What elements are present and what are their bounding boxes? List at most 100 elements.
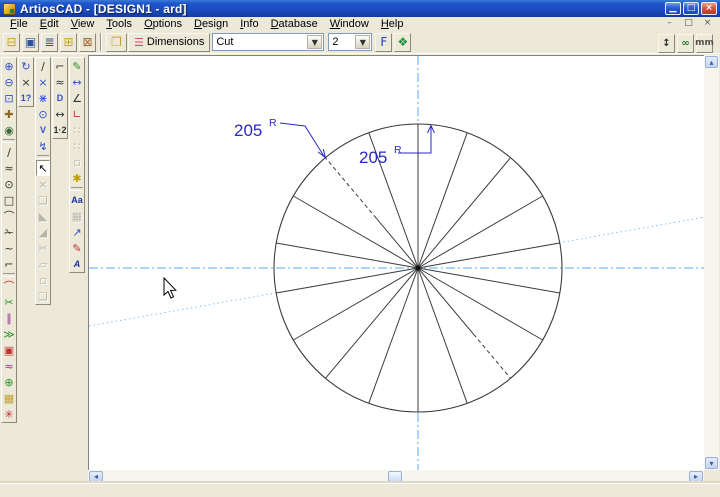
open-button[interactable]: ⊟ xyxy=(3,33,20,52)
vee-tool[interactable]: V xyxy=(36,122,50,138)
database-button[interactable]: ⊠ xyxy=(79,33,96,52)
curve-tool[interactable]: ≈ xyxy=(2,160,16,176)
zigzag-tool[interactable]: ≈ xyxy=(2,358,16,374)
menu-item-info[interactable]: Info xyxy=(234,18,264,31)
minimize-button[interactable]: ▁ xyxy=(665,2,681,15)
move-point-tool[interactable]: ∕ xyxy=(36,58,50,74)
rebuild-button[interactable]: ❖ xyxy=(394,33,411,52)
circle-tool[interactable]: ⊙ xyxy=(2,176,16,192)
burst-tool[interactable]: ✳ xyxy=(2,406,16,422)
item-info-tool-icon: 1? xyxy=(21,94,32,103)
layer-combo[interactable]: Cut ▼ xyxy=(212,33,324,51)
restore-button[interactable]: □ xyxy=(683,2,699,15)
angle-dimension-tool[interactable]: ∠ xyxy=(70,90,84,106)
print-list-button[interactable]: ≣ xyxy=(41,33,58,52)
close-button[interactable]: × xyxy=(701,2,717,15)
box-dimension-tool[interactable]: ▫ xyxy=(70,154,84,170)
corner-tool[interactable]: ⌐ xyxy=(2,256,16,272)
s-curve-tool[interactable]: ≈ xyxy=(53,74,67,90)
scale-combo[interactable]: 2 ▼ xyxy=(328,33,372,51)
chevron-down-icon[interactable]: ▼ xyxy=(355,35,370,49)
offset-tool[interactable]: ▣ xyxy=(2,342,16,358)
export-annotation-tool[interactable]: ✎ xyxy=(70,240,84,256)
delete-tool[interactable]: × xyxy=(36,74,50,90)
open-design-button[interactable]: ⊞ xyxy=(60,33,77,52)
field-format-button[interactable]: F xyxy=(375,33,392,52)
mdi-minimize-button[interactable]: – xyxy=(663,18,676,29)
datum-tool[interactable]: ✱ xyxy=(70,170,84,186)
wave-tool[interactable]: ~ xyxy=(2,240,16,256)
stretch-tool[interactable]: ▫ xyxy=(36,272,50,288)
d-arc-tool[interactable]: D xyxy=(53,90,67,106)
zoom-in-tool[interactable]: ⊕ xyxy=(2,58,16,74)
group-tool[interactable]: ❏ xyxy=(36,192,50,208)
menu-item-window[interactable]: Window xyxy=(324,18,375,31)
dimensions-button[interactable]: ☰ Dimensions xyxy=(128,33,210,52)
menu-item-file[interactable]: File xyxy=(4,18,34,31)
menu-item-options[interactable]: Options xyxy=(138,18,188,31)
scroll-left-button[interactable]: ◂ xyxy=(89,471,103,482)
pan-tool[interactable]: ✚ xyxy=(2,106,16,122)
zoom-out-tool[interactable]: ⊖ xyxy=(2,74,16,90)
menu-item-database[interactable]: Database xyxy=(265,18,324,31)
pattern-tool[interactable]: ▦ xyxy=(2,390,16,406)
rotate-right-tool[interactable]: ◢ xyxy=(36,224,50,240)
find-binoculars-button[interactable]: ∞ xyxy=(677,34,694,53)
hook-curve-tool[interactable]: ↯ xyxy=(36,138,50,154)
rotate-left-tool[interactable]: ◣ xyxy=(36,208,50,224)
arc-corner-tool[interactable]: ⌐ xyxy=(53,58,67,74)
vertical-scrollbar[interactable]: ▴ ▾ xyxy=(704,55,719,470)
select-tool[interactable]: ↖ xyxy=(36,160,50,176)
copy-layer-tool[interactable]: ❏ xyxy=(36,288,50,304)
chamfer-tool[interactable]: ≫ xyxy=(2,326,16,342)
view-mode-tool[interactable]: ◉ xyxy=(2,122,16,138)
horizontal-dimension-tool[interactable]: ↔ xyxy=(70,74,84,90)
bezier-tool[interactable]: ✁ xyxy=(2,224,16,240)
save-button[interactable]: ▣ xyxy=(22,33,39,52)
scroll-up-button[interactable]: ▴ xyxy=(705,56,718,68)
text-tool[interactable]: Aa xyxy=(70,192,84,208)
menu-item-tools[interactable]: Tools xyxy=(100,18,138,31)
italic-text-tool[interactable]: A xyxy=(70,256,84,272)
multi-line-tool[interactable]: ⋇ xyxy=(36,90,50,106)
trim-tool[interactable]: ✂ xyxy=(2,294,16,310)
drawing-canvas[interactable]: 205 R 205 R xyxy=(88,55,704,470)
divide-tool[interactable]: 1·2 xyxy=(53,122,67,138)
parallel-lines-tool[interactable]: ∥ xyxy=(2,310,16,326)
zoom-window-tool[interactable]: ⊡ xyxy=(2,90,16,106)
grid-dimension2-tool[interactable]: ∷ xyxy=(70,138,84,154)
arc-tool[interactable]: ⌒ xyxy=(2,208,16,224)
scroll-down-button[interactable]: ▾ xyxy=(705,457,718,469)
menu-item-view[interactable]: View xyxy=(65,18,101,31)
menu-item-edit[interactable]: Edit xyxy=(34,18,65,31)
perpendicular-dimension-tool[interactable]: ∟ xyxy=(70,106,84,122)
scrollbar-thumb[interactable] xyxy=(388,471,402,482)
cut-copy-tool[interactable]: ✂ xyxy=(36,240,50,256)
menu-item-design[interactable]: Design xyxy=(188,18,234,31)
mdi-close-button[interactable]: × xyxy=(701,18,714,29)
chevron-down-icon[interactable]: ▼ xyxy=(307,35,322,49)
fillet-tool[interactable]: ⌒ xyxy=(2,278,16,294)
grid-dimension-tool[interactable]: ∷ xyxy=(70,122,84,138)
line-tool[interactable]: ∕ xyxy=(2,144,16,160)
circle-center-tool[interactable]: ⊙ xyxy=(36,106,50,122)
select-delete-tool[interactable]: × xyxy=(36,176,50,192)
mdi-restore-button[interactable]: □ xyxy=(682,18,695,29)
item-info-tool[interactable]: 1? xyxy=(19,90,33,106)
catalog-button[interactable]: ❒ xyxy=(106,33,127,52)
arrow-annotation-tool[interactable]: ↗ xyxy=(70,224,84,240)
mirror-tool-icon: × xyxy=(21,77,30,88)
rotate-tool[interactable]: ↻ xyxy=(19,58,33,74)
array-tool[interactable]: ⊕ xyxy=(2,374,16,390)
scroll-right-button[interactable]: ▸ xyxy=(689,471,703,482)
mirror-tool[interactable]: × xyxy=(19,74,33,90)
table-tool[interactable]: ▦ xyxy=(70,208,84,224)
line-direction-button[interactable]: ↕ xyxy=(658,34,675,53)
extend-tool[interactable]: ↔ xyxy=(53,106,67,122)
annotation-pen-tool[interactable]: ✎ xyxy=(70,58,84,74)
menu-item-help[interactable]: Help xyxy=(375,18,410,31)
units-button[interactable]: mm xyxy=(696,34,713,53)
horizontal-scrollbar[interactable]: ◂ ▸ xyxy=(88,470,704,483)
skew-tool[interactable]: ▱ xyxy=(36,256,50,272)
rectangle-tool[interactable]: □ xyxy=(2,192,16,208)
